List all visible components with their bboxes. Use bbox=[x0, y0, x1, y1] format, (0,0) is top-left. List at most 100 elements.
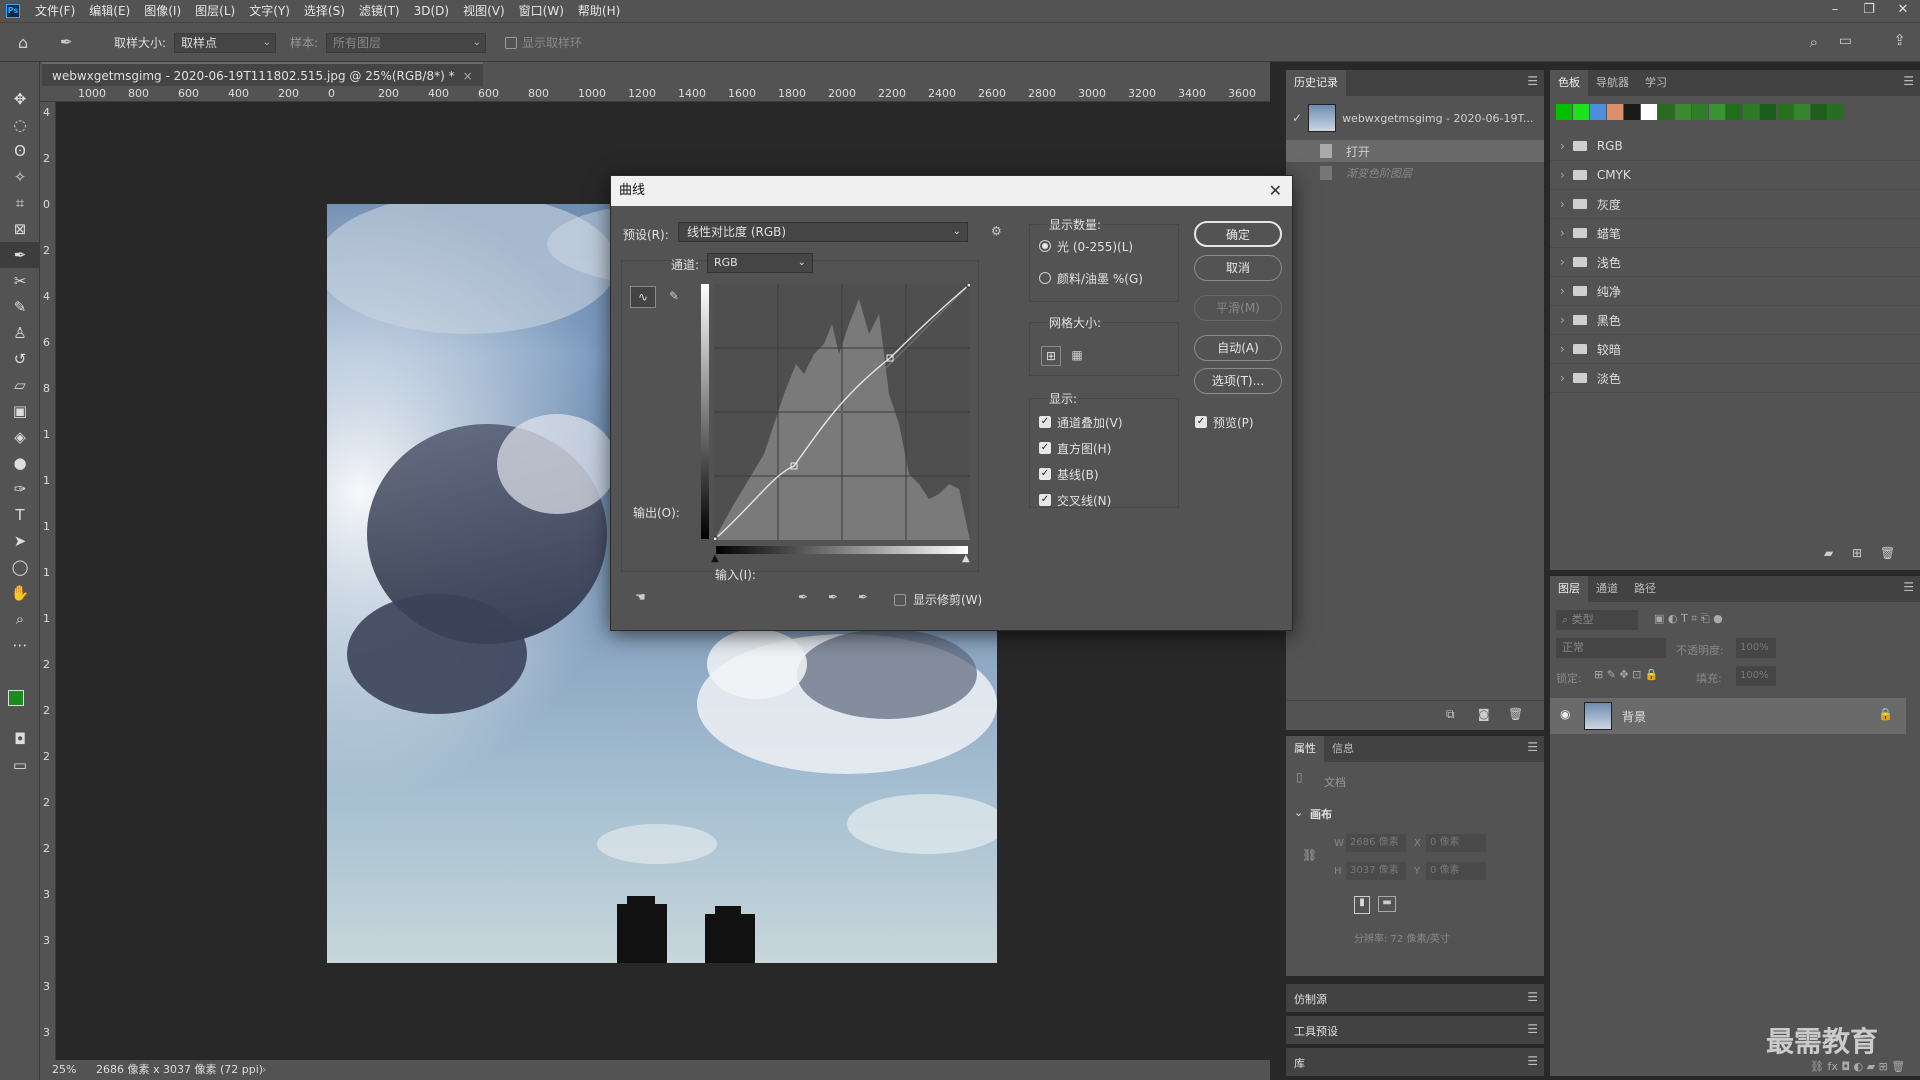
magic-wand-tool-icon[interactable]: ✧ bbox=[0, 164, 40, 190]
menu-view[interactable]: 视图(V) bbox=[456, 0, 512, 22]
color-swatch[interactable] bbox=[1692, 104, 1708, 120]
chevron-right-icon[interactable]: › bbox=[1560, 284, 1565, 298]
height-field[interactable]: 3037 像素 bbox=[1346, 862, 1406, 880]
panel-menu-icon[interactable]: ☰ bbox=[1527, 740, 1538, 754]
swatch-group-2[interactable]: › 灰度 bbox=[1550, 190, 1920, 219]
path-selection-icon[interactable]: ➤ bbox=[0, 528, 40, 554]
layer-row-background[interactable]: ◉ 背景 🔒 bbox=[1550, 698, 1906, 734]
eraser-tool-icon[interactable]: ▱ bbox=[0, 372, 40, 398]
move-tool-icon[interactable]: ✥ bbox=[0, 86, 40, 112]
menu-filter[interactable]: 滤镜(T) bbox=[352, 0, 407, 22]
marquee-tool-icon[interactable]: ◌ bbox=[0, 112, 40, 138]
chevron-right-icon[interactable]: › bbox=[1560, 371, 1565, 385]
swatch-group-8[interactable]: › 淡色 bbox=[1550, 364, 1920, 393]
color-swatch[interactable] bbox=[1777, 104, 1793, 120]
chevron-right-icon[interactable]: › bbox=[1560, 342, 1565, 356]
clone-stamp-icon[interactable]: ♙ bbox=[0, 320, 40, 346]
tab-layers[interactable]: 图层 bbox=[1550, 576, 1588, 602]
chevron-right-icon[interactable]: › bbox=[1560, 255, 1565, 269]
new-swatch-icon[interactable]: ⊞ bbox=[1852, 546, 1862, 560]
eye-icon[interactable]: ◉ bbox=[1560, 707, 1570, 721]
restore-icon[interactable]: ❐ bbox=[1852, 0, 1886, 22]
new-group-folder-icon[interactable]: ▰ bbox=[1824, 546, 1833, 560]
tab-channels[interactable]: 通道 bbox=[1588, 576, 1626, 602]
tab-properties[interactable]: 属性 bbox=[1286, 736, 1324, 762]
preset-select[interactable]: 线性对比度 (RGB) ⌄ bbox=[678, 222, 968, 242]
curve-point[interactable] bbox=[714, 536, 718, 540]
chevron-right-icon[interactable]: › bbox=[1560, 226, 1565, 240]
menu-layer[interactable]: 图层(L) bbox=[188, 0, 242, 22]
quick-mask-icon[interactable]: ◘ bbox=[0, 726, 40, 752]
zoom-level[interactable]: 25% bbox=[52, 1060, 76, 1080]
color-swatch[interactable] bbox=[1726, 104, 1742, 120]
eyedropper-tool-icon[interactable]: ✒ bbox=[60, 33, 73, 51]
blend-mode-select[interactable]: 正常 bbox=[1556, 638, 1666, 658]
lock-icons[interactable]: ⊞ ✎ ✥ ⊡ 🔒 bbox=[1594, 668, 1659, 681]
share-icon[interactable]: ⇪ bbox=[1893, 31, 1906, 49]
healing-brush-icon[interactable]: ✂ bbox=[0, 268, 40, 294]
tab-swatches[interactable]: 色板 bbox=[1550, 70, 1588, 96]
show-ring-checkbox[interactable] bbox=[505, 37, 517, 49]
preset-options-gear-icon[interactable]: ⚙ bbox=[991, 224, 1002, 238]
color-swatch[interactable] bbox=[1828, 104, 1844, 120]
menu-image[interactable]: 图像(I) bbox=[137, 0, 188, 22]
detailed-grid-icon[interactable]: ▦ bbox=[1067, 346, 1087, 366]
close-window-icon[interactable]: ✕ bbox=[1886, 0, 1920, 22]
camera-icon[interactable]: ◙ bbox=[1478, 707, 1490, 721]
libraries-panel[interactable]: 库 ☰ bbox=[1286, 1048, 1544, 1076]
color-swatch[interactable] bbox=[1811, 104, 1827, 120]
fill-field[interactable]: 100% bbox=[1736, 666, 1776, 686]
zoom-tool-icon[interactable]: ⌕ bbox=[0, 606, 40, 632]
new-document-from-state-icon[interactable]: ⧉ bbox=[1446, 707, 1455, 722]
crop-tool-icon[interactable]: ⌗ bbox=[0, 190, 40, 216]
history-brush-icon[interactable]: ↺ bbox=[0, 346, 40, 372]
menu-window[interactable]: 窗口(W) bbox=[512, 0, 571, 22]
blur-tool-icon[interactable]: ◈ bbox=[0, 424, 40, 450]
layer-footer-icons[interactable]: ⛓ fx ◘ ◐ ▰ ⊞ 🗑 bbox=[1810, 1060, 1905, 1073]
tab-history[interactable]: 历史记录 bbox=[1286, 70, 1346, 96]
history-item-open[interactable]: 打开 bbox=[1286, 140, 1544, 162]
more-tools-icon[interactable]: ⋯ bbox=[0, 632, 40, 658]
menu-file[interactable]: 文件(F) bbox=[28, 0, 82, 22]
frame-tool-icon[interactable]: ⊠ bbox=[0, 216, 40, 242]
ellipse-tool-icon[interactable]: ◯ bbox=[0, 554, 40, 580]
targeted-adjustment-icon[interactable]: ☚ bbox=[635, 590, 646, 604]
gradient-tool-icon[interactable]: ▣ bbox=[0, 398, 40, 424]
chevron-right-icon[interactable]: › bbox=[1560, 168, 1565, 182]
tab-info[interactable]: 信息 bbox=[1324, 736, 1362, 762]
channel-overlay-checkbox[interactable]: ✓ bbox=[1039, 416, 1051, 428]
history-snapshot[interactable]: ✓ webwxgetmsgimg - 2020-06-19T... bbox=[1286, 96, 1544, 140]
type-tool-icon[interactable]: T bbox=[0, 502, 40, 528]
menu-3d[interactable]: 3D(D) bbox=[407, 0, 456, 22]
options-button[interactable]: 选项(T)... bbox=[1194, 368, 1282, 394]
color-swatch[interactable] bbox=[1590, 104, 1606, 120]
menu-help[interactable]: 帮助(H) bbox=[571, 0, 627, 22]
tab-learn[interactable]: 学习 bbox=[1637, 70, 1675, 96]
portrait-orientation-icon[interactable]: ▮ bbox=[1354, 896, 1370, 914]
pencil-icon[interactable]: ✎ bbox=[663, 286, 685, 308]
color-swatch[interactable] bbox=[1573, 104, 1589, 120]
white-eyedropper-icon[interactable]: ✒ bbox=[858, 590, 868, 604]
tool-presets-panel[interactable]: 工具预设 ☰ bbox=[1286, 1016, 1544, 1044]
color-swatch[interactable] bbox=[1743, 104, 1759, 120]
chevron-right-icon[interactable]: › bbox=[262, 1060, 266, 1080]
panel-menu-icon[interactable]: ☰ bbox=[1903, 74, 1914, 88]
panel-menu-icon[interactable]: ☰ bbox=[1903, 580, 1914, 594]
lasso-tool-icon[interactable]: ʘ bbox=[0, 138, 40, 164]
simple-grid-icon[interactable]: ⊞ bbox=[1041, 346, 1061, 366]
swatch-group-1[interactable]: › CMYK bbox=[1550, 161, 1920, 190]
layer-filter-select[interactable]: ⌕ 类型 bbox=[1556, 610, 1638, 630]
chevron-down-icon[interactable]: ⌄ bbox=[1294, 806, 1303, 819]
y-field[interactable]: 0 像素 bbox=[1426, 862, 1486, 880]
screen-mode-icon[interactable]: ▭ bbox=[0, 752, 40, 778]
link-icon[interactable]: ⛓ bbox=[1302, 848, 1317, 862]
show-clipping-checkbox[interactable] bbox=[894, 594, 906, 606]
color-swatch[interactable] bbox=[1760, 104, 1776, 120]
white-point-slider[interactable]: ▲ bbox=[962, 553, 970, 564]
channel-select[interactable]: RGB ⌄ bbox=[707, 253, 813, 273]
chevron-right-icon[interactable]: › bbox=[1560, 197, 1565, 211]
document-tab[interactable]: webwxgetmsgimg - 2020-06-19T111802.515.j… bbox=[42, 62, 483, 86]
pigment-radio[interactable] bbox=[1039, 272, 1051, 284]
hand-tool-icon[interactable]: ✋ bbox=[0, 580, 40, 606]
color-swatch[interactable] bbox=[1658, 104, 1674, 120]
